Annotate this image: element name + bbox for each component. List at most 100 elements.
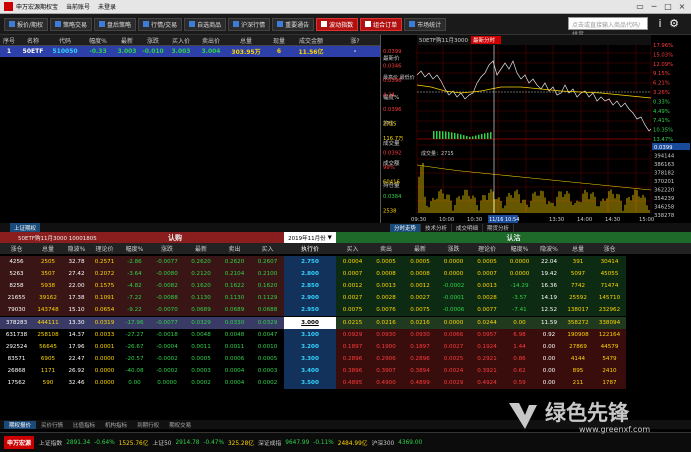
minimize-icon[interactable]: ─ [647, 1, 661, 12]
toolbar-button-5[interactable]: 沪深行情 [228, 17, 271, 31]
toolbar-button-3[interactable]: 行情/交易 [138, 17, 183, 31]
etf-col-header[interactable]: 现量 [266, 36, 292, 45]
put-col-header[interactable]: 买入 [336, 244, 369, 253]
table-row[interactable]: 631738 258108 14.37 0.0033 -27.27 -0.0018 0.00… [0, 328, 691, 341]
put-col-header[interactable]: 幅度% [504, 244, 535, 253]
tab-bottom-2[interactable]: 比值指标 [68, 421, 100, 429]
etf-col-header[interactable]: 卖出价 [196, 36, 226, 45]
sh50-name[interactable]: 上证50 [153, 438, 172, 447]
tab-chart-0[interactable]: 分时走势 [390, 223, 422, 232]
table-row[interactable]: 378283 444111 13.30 0.0319 -17.96 -0.0077 0.03… [0, 316, 691, 329]
table-row[interactable]: 83571 6905 22.47 0.0000 -20.57 -0.0002 0.0005 0… [0, 352, 691, 365]
call-col-header[interactable]: 卖出 [218, 244, 251, 253]
strike-cell[interactable]: 2.800 [284, 268, 336, 281]
strike-cell[interactable]: 3.300 [284, 352, 336, 365]
strike-col-header[interactable]: 执行价 [284, 244, 336, 253]
table-row[interactable]: 1 50ETF 510050 -0.33 3.003 -0.010 3.003 3.004 30… [0, 46, 380, 57]
etf-cell: 50ETF [22, 48, 44, 55]
strike-cell[interactable]: 3.400 [284, 364, 336, 377]
etf-col-header[interactable]: 幅度% [82, 36, 114, 45]
toolbar-icon [277, 21, 284, 27]
strike-cell[interactable]: 2.850 [284, 280, 336, 293]
etf-col-header[interactable]: 成交金额 [292, 36, 330, 45]
strike-cell[interactable]: 2.900 [284, 292, 336, 305]
etf-col-header[interactable]: 涨跌 [140, 36, 166, 45]
put-col-header[interactable]: 隐波% [535, 244, 563, 253]
call-col-header[interactable]: 总量 [33, 244, 63, 253]
toolbar-button-7[interactable]: 波动指数 [316, 17, 359, 31]
hs300-name[interactable]: 沪深300 [372, 438, 395, 447]
table-row[interactable]: 17562 590 32.46 0.0000 0.00 0.0000 0.0002 0.000… [0, 377, 691, 389]
table-row[interactable]: 8258 5938 22.00 0.1575 -4.82 -0.0082 0.1620 0.1… [0, 280, 691, 293]
change-bar [439, 131, 441, 139]
table-row[interactable]: 21655 39162 17.38 0.1091 -7.22 -0.0088 0.1130 0… [0, 292, 691, 305]
table-row[interactable]: 292524 56645 17.96 0.0001 -26.67 -0.0004 0.001… [0, 340, 691, 353]
etf-col-header[interactable]: 总量 [226, 36, 266, 45]
call-col-header[interactable]: 幅度% [119, 244, 150, 253]
etf-col-header[interactable]: 代码 [48, 36, 82, 45]
etf-col-header[interactable]: 序号 [0, 36, 18, 45]
tab-bottom-5[interactable]: 期权交易 [164, 421, 196, 429]
month-select[interactable]: 2019年11月份 ▼ [284, 232, 336, 243]
gear-icon[interactable]: ⚙ [667, 16, 681, 31]
put-cell: 0.3921 [470, 364, 504, 377]
tab-chart-2[interactable]: 成交明细 [452, 223, 484, 232]
put-col-header[interactable]: 总量 [563, 244, 593, 253]
call-col-header[interactable]: 涨仓 [0, 244, 33, 253]
etf-col-header[interactable]: 买入价 [166, 36, 196, 45]
search-input[interactable]: 点击或直接输入商品代码/拼音 [568, 17, 648, 38]
put-cell: 12.52 [535, 304, 563, 317]
strike-cell[interactable]: 3.500 [284, 377, 336, 389]
toolbar-button-9[interactable]: 市场统计 [404, 17, 447, 31]
put-col-header[interactable]: 理论价 [470, 244, 504, 253]
sz-index-name[interactable]: 深证成指 [258, 438, 281, 447]
call-col-header[interactable]: 理论价 [90, 244, 119, 253]
call-col-header[interactable]: 隐波% [63, 244, 90, 253]
toolbar-button-6[interactable]: 重要通告 [272, 17, 315, 31]
put-col-header[interactable]: 涨跌 [437, 244, 470, 253]
put-col-header[interactable]: 卖出 [369, 244, 403, 253]
tab-bottom-0[interactable]: 期权报价 [4, 420, 37, 429]
right-axis-value: 338278 [654, 213, 675, 219]
tab-bottom-1[interactable]: 买价行情 [36, 421, 68, 429]
tab-chart-3[interactable]: 期货分析 [483, 223, 515, 232]
put-cell: 338094 [593, 316, 626, 329]
toolbar-button-4[interactable]: 自选商品 [184, 17, 227, 31]
right-axis-value: 362220 [654, 188, 675, 194]
etf-col-header[interactable]: 名称 [18, 36, 48, 45]
call-col-header[interactable]: 最新 [184, 244, 218, 253]
tab-chart-1[interactable]: 技术分析 [421, 223, 453, 232]
etf-col-header[interactable]: 最新 [114, 36, 140, 45]
put-col-header[interactable]: 涨仓 [593, 244, 626, 253]
tab-bottom-3[interactable]: 机构指标 [100, 421, 132, 429]
table-row[interactable]: 79030 143748 15.10 0.0654 -9.22 -0.0070 0.0689… [0, 304, 691, 317]
put-cell: 0.0027 [403, 292, 437, 305]
put-col-header[interactable]: 最新 [403, 244, 437, 253]
strike-cell[interactable]: 3.100 [284, 328, 336, 341]
etf-col-header[interactable]: 涨? [330, 36, 380, 45]
put-cell: 0.2896 [336, 352, 369, 365]
restore-icon[interactable]: ▭ [633, 1, 647, 12]
toolbar-button-8[interactable]: 组合订单 [360, 17, 403, 31]
maximize-icon[interactable]: □ [661, 1, 675, 12]
table-row[interactable]: 4256 2505 32.78 0.2571 -2.86 -0.0077 0.2620 0.2… [0, 256, 691, 268]
toolbar-button-0[interactable]: 报价/期权 [4, 17, 49, 31]
call-cell: 0.0005 [184, 352, 218, 365]
close-icon[interactable]: × [675, 1, 689, 12]
table-row[interactable]: 26868 1171 26.92 0.0000 -40.08 -0.0002 0.0003 0… [0, 364, 691, 377]
sh-index-name[interactable]: 上证指数 [39, 438, 62, 447]
toolbar-button-label: 波动指数 [329, 21, 354, 29]
toolbar-button-1[interactable]: 策略交易 [50, 17, 93, 31]
call-col-header[interactable]: 涨跌 [150, 244, 184, 253]
tab-bottom-4[interactable]: 到期行权 [132, 421, 164, 429]
put-cell: 0.0244 [470, 316, 504, 329]
strike-cell[interactable]: 2.950 [284, 304, 336, 317]
strike-cell[interactable]: 3.000 [284, 316, 336, 329]
info-icon[interactable]: i [653, 16, 667, 31]
call-col-header[interactable]: 买入 [251, 244, 284, 253]
intraday-chart[interactable]: 50ETF购11月3000 最新分时 最新价 最高价 最低价 幅度% 均价 成交… [380, 35, 691, 223]
table-row[interactable]: 5263 3507 27.42 0.2072 -3.64 -0.0080 0.2120 0.2… [0, 268, 691, 281]
strike-cell[interactable]: 3.200 [284, 340, 336, 353]
toolbar-button-2[interactable]: 盘后策略 [94, 17, 137, 31]
strike-cell[interactable]: 2.750 [284, 256, 336, 268]
